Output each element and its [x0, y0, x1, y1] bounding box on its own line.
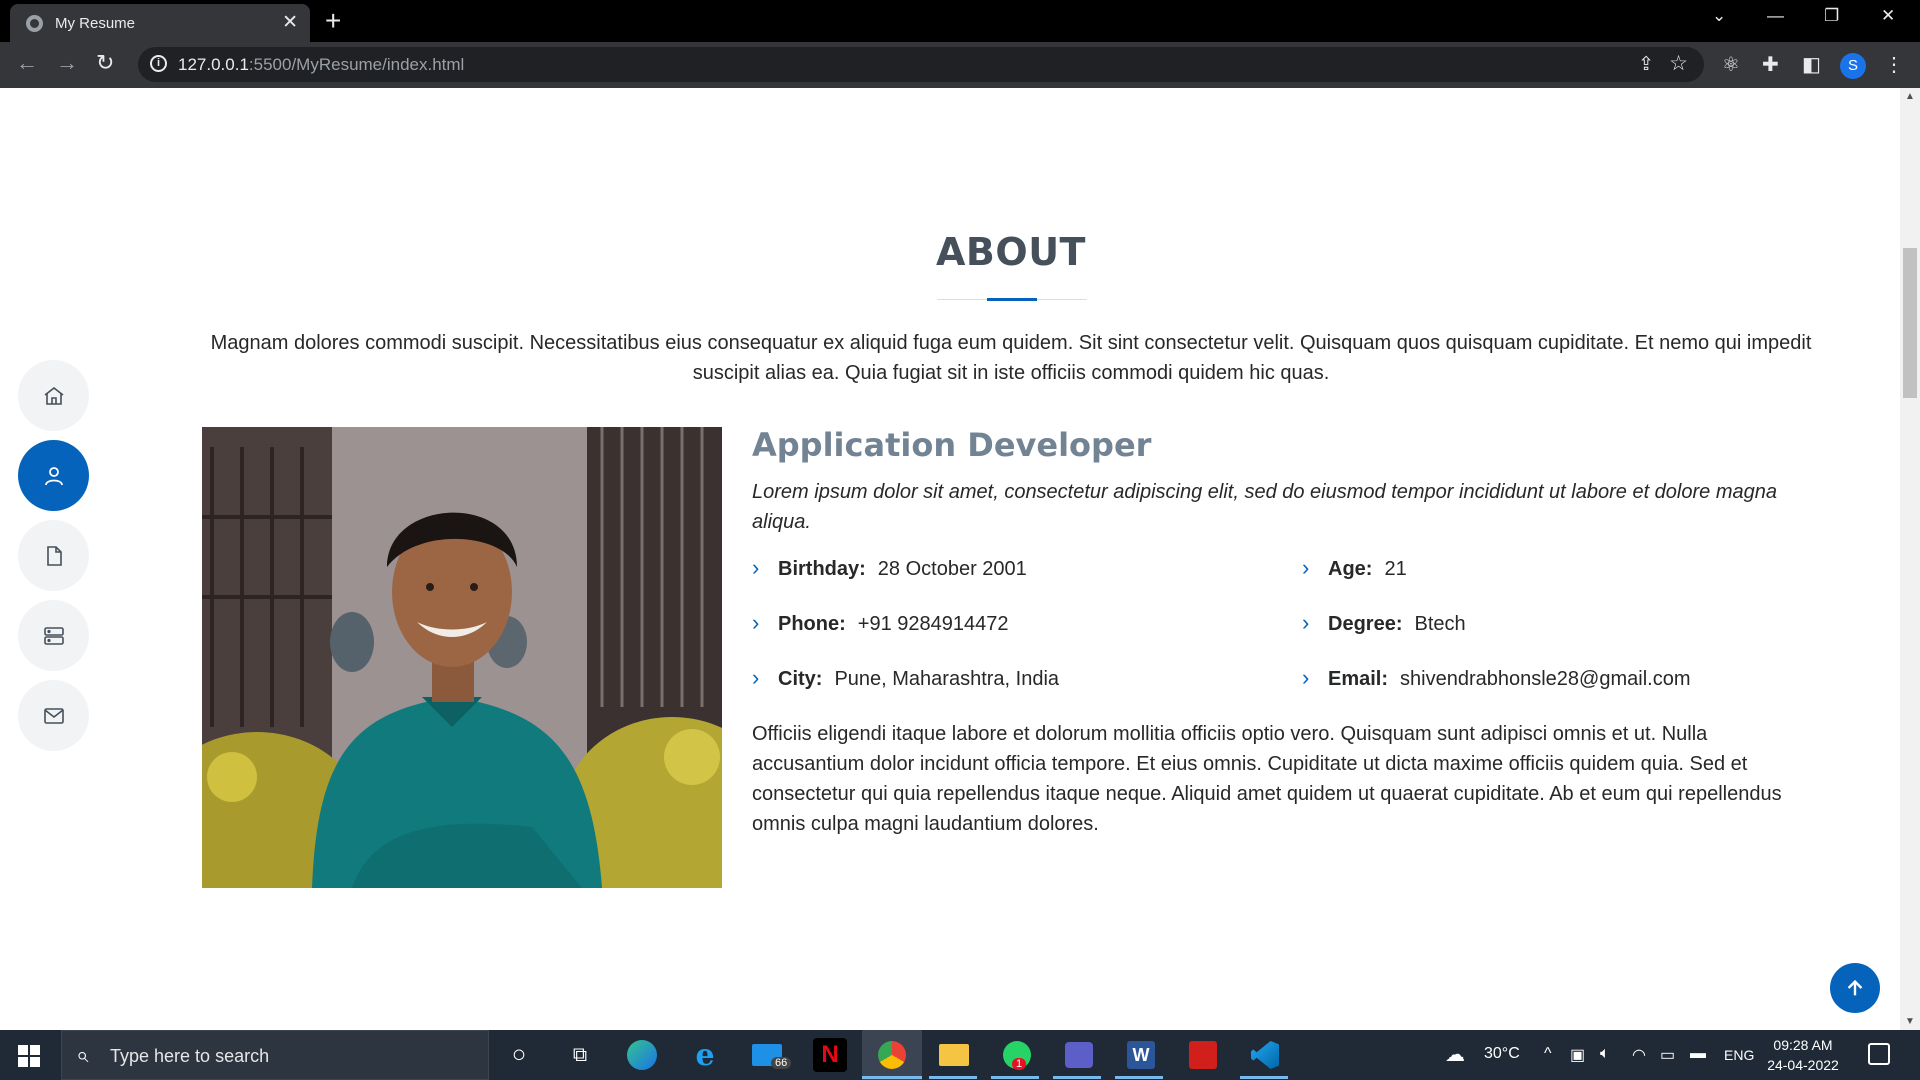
taskbar-search-box[interactable]: ⌕ Type here to search	[61, 1030, 489, 1080]
windows-taskbar: ⌕ Type here to search ○ ⧉ e 66 N 1 W ☁ 3…	[0, 1030, 1920, 1080]
bookmark-star-icon[interactable]: ☆	[1669, 51, 1688, 76]
chevron-right-icon: ›	[1302, 555, 1310, 580]
wifi-icon[interactable]: ◠	[1632, 1045, 1646, 1065]
section-title: ABOUT	[936, 230, 1086, 274]
teams-active-indicator	[1053, 1076, 1101, 1079]
temperature-text[interactable]: 30°C	[1484, 1045, 1520, 1063]
tab-search-icon[interactable]: ⌄	[1712, 6, 1726, 26]
side-panel-icon[interactable]: ◧	[1802, 52, 1821, 77]
task-view-icon[interactable]: ⧉	[563, 1038, 597, 1072]
forward-icon[interactable]: →	[56, 50, 78, 76]
age-item: › Age: 21	[1302, 555, 1407, 580]
volume-icon[interactable]: 🔈︎	[1600, 1045, 1610, 1063]
email-item: › Email: shivendrabhonsle28@gmail.com	[1302, 665, 1691, 690]
chevron-right-icon: ›	[1302, 610, 1310, 635]
windows-start-button[interactable]	[18, 1045, 40, 1067]
whatsapp-active-indicator	[991, 1076, 1039, 1079]
file-icon	[46, 545, 62, 566]
new-tab-button[interactable]: +	[325, 5, 341, 37]
browser-toolbar: ← → ↻ i 127.0.0.1:5500/MyResume/index.ht…	[0, 42, 1920, 88]
nav-services-button[interactable]	[18, 600, 89, 671]
share-icon[interactable]: ⇪	[1638, 53, 1654, 76]
meet-now-icon[interactable]: ▣	[1570, 1045, 1585, 1065]
scroll-down-arrow-icon[interactable]: ▼	[1905, 1016, 1915, 1027]
chevron-right-icon: ›	[752, 610, 760, 635]
close-tab-icon[interactable]: ✕	[282, 11, 298, 34]
address-bar[interactable]: i 127.0.0.1:5500/MyResume/index.html ⇪ ☆	[138, 47, 1704, 82]
back-icon[interactable]: ←	[16, 50, 38, 76]
arrow-up-icon	[1847, 979, 1863, 996]
device-icon[interactable]: ▭	[1660, 1045, 1675, 1065]
explorer-active-indicator	[929, 1076, 977, 1079]
internet-explorer-icon[interactable]: e	[688, 1038, 722, 1073]
chevron-right-icon: ›	[752, 665, 760, 690]
birthday-item: › Birthday: 28 October 2001	[752, 555, 1027, 580]
role-title: Application Developer	[752, 426, 1152, 464]
browser-tab[interactable]: My Resume ✕	[10, 4, 310, 42]
file-explorer-icon[interactable]	[937, 1038, 971, 1072]
nav-contact-button[interactable]	[18, 680, 89, 751]
system-clock[interactable]: 09:28 AM 24-04-2022	[1758, 1035, 1848, 1075]
side-navigation	[18, 360, 89, 760]
profile-photo	[202, 427, 722, 888]
city-item: › City: Pune, Maharashtra, India	[752, 665, 1060, 690]
browser-tab-bar: My Resume ✕ + ⌄ — ❐ ✕	[0, 0, 1920, 42]
page-scrollbar[interactable]: ▲ ▼	[1900, 88, 1920, 1030]
search-icon: ⌕	[76, 1042, 89, 1067]
title-underline-accent	[987, 298, 1037, 301]
url-text: 127.0.0.1:5500/MyResume/index.html	[178, 55, 465, 74]
chevron-right-icon: ›	[752, 555, 760, 580]
language-indicator[interactable]: ENG	[1724, 1047, 1754, 1063]
battery-icon[interactable]: ▬	[1690, 1045, 1706, 1063]
scroll-up-arrow-icon[interactable]: ▲	[1905, 91, 1915, 102]
page-viewport: ABOUT Magnam dolores commodi suscipit. N…	[0, 88, 1900, 1030]
scrollbar-thumb[interactable]	[1903, 248, 1917, 398]
extensions-puzzle-icon[interactable]: ✚	[1762, 52, 1779, 77]
minimize-icon[interactable]: —	[1767, 6, 1784, 26]
acrobat-icon[interactable]	[1186, 1038, 1220, 1072]
vscode-active-indicator	[1240, 1076, 1288, 1079]
vscode-icon[interactable]	[1248, 1038, 1282, 1072]
chrome-icon[interactable]	[875, 1038, 909, 1072]
back-to-top-button[interactable]	[1830, 963, 1880, 1013]
word-active-indicator	[1115, 1076, 1163, 1079]
nav-home-button[interactable]	[18, 360, 89, 431]
netflix-icon[interactable]: N	[813, 1038, 847, 1072]
phone-item: › Phone: +91 9284914472	[752, 610, 1009, 635]
server-icon	[43, 626, 64, 645]
envelope-icon	[43, 707, 64, 724]
word-icon[interactable]: W	[1124, 1038, 1158, 1072]
profile-avatar[interactable]: S	[1840, 53, 1866, 79]
globe-icon	[26, 15, 43, 32]
close-window-icon[interactable]: ✕	[1881, 6, 1895, 26]
degree-item: › Degree: Btech	[1302, 610, 1466, 635]
cortana-icon[interactable]: ○	[502, 1038, 536, 1072]
chrome-active-indicator	[862, 1076, 922, 1079]
site-info-icon[interactable]: i	[150, 55, 167, 72]
about-bio: Officiis eligendi itaque labore et dolor…	[752, 723, 1782, 835]
whatsapp-badge: 1	[1012, 1058, 1027, 1070]
edge-icon[interactable]	[625, 1038, 659, 1072]
nav-about-button[interactable]	[18, 440, 89, 511]
tray-chevron-up-icon[interactable]: ^	[1544, 1045, 1552, 1063]
react-devtools-icon[interactable]: ⚛	[1722, 52, 1740, 77]
teams-icon[interactable]	[1062, 1038, 1096, 1072]
about-intro: Magnam dolores commodi suscipit. Necessi…	[210, 332, 1812, 384]
nav-resume-button[interactable]	[18, 520, 89, 591]
role-tagline: Lorem ipsum dolor sit amet, consectetur …	[752, 481, 1777, 533]
chevron-right-icon: ›	[1302, 665, 1310, 690]
clock-time: 09:28 AM	[1773, 1037, 1833, 1053]
person-icon	[44, 466, 63, 485]
search-placeholder: Type here to search	[110, 1046, 270, 1066]
weather-cloud-icon[interactable]: ☁	[1445, 1042, 1465, 1067]
menu-kebab-icon[interactable]: ⋮	[1884, 52, 1904, 77]
reload-icon[interactable]: ↻	[96, 50, 114, 76]
home-icon	[44, 386, 63, 405]
mail-badge: 66	[771, 1057, 792, 1069]
tab-title: My Resume	[55, 15, 136, 32]
clock-date: 24-04-2022	[1767, 1057, 1839, 1073]
restore-icon[interactable]: ❐	[1824, 6, 1839, 26]
action-center-icon[interactable]	[1868, 1043, 1890, 1065]
